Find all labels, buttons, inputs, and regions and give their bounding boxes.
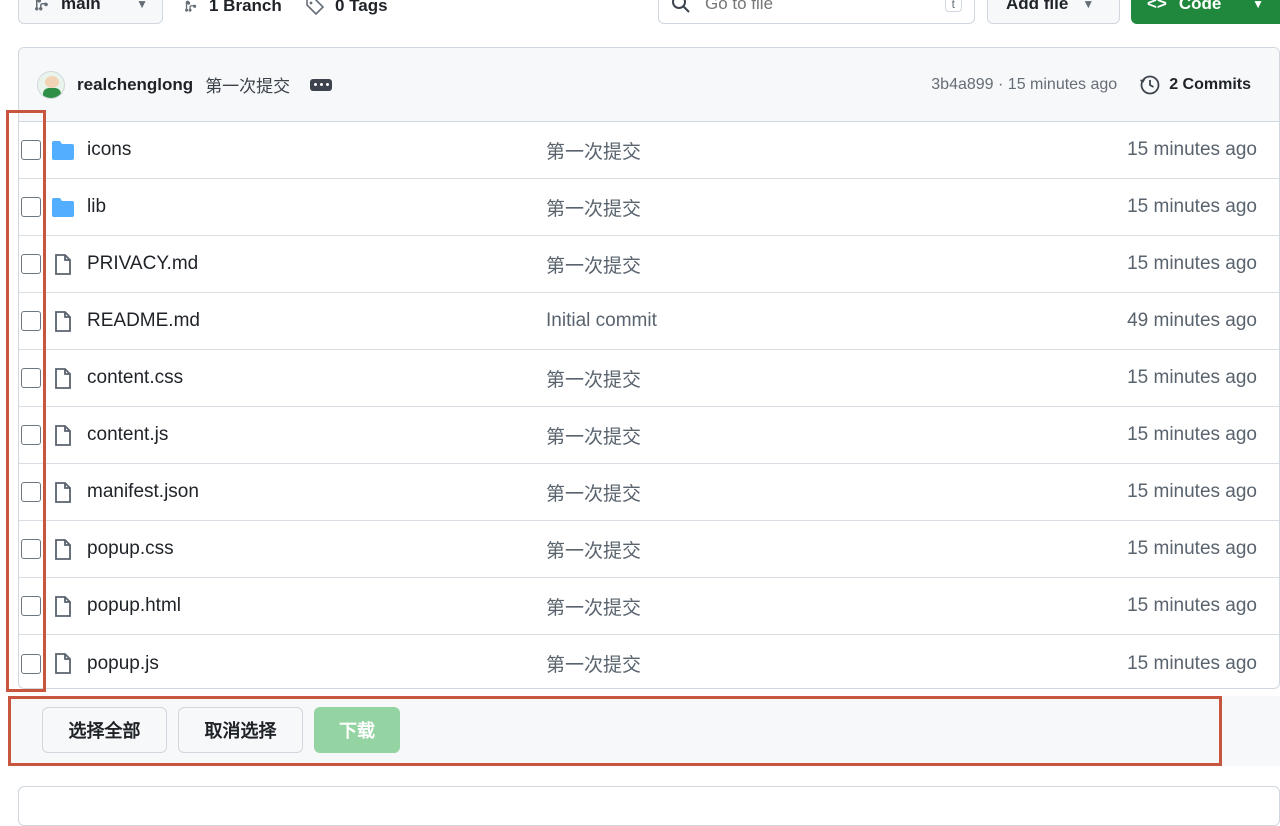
row-checkbox[interactable] <box>21 197 41 217</box>
add-file-label: Add file <box>1006 0 1069 13</box>
file-name[interactable]: lib <box>87 196 106 218</box>
commit-hash-time[interactable]: 3b4a899 · 15 minutes ago <box>931 76 1117 94</box>
table-row[interactable]: popup.js 第一次提交 15 minutes ago <box>19 635 1279 688</box>
caret-down-icon: ▼ <box>1252 0 1264 11</box>
file-commit-message[interactable]: 第一次提交 <box>546 365 641 392</box>
repo-toolbar: main ▼ 1 Branch 0 Tags t Add file ▼ <> C… <box>0 0 1280 24</box>
branch-select-button[interactable]: main ▼ <box>18 0 163 24</box>
table-row[interactable]: PRIVACY.md 第一次提交 15 minutes ago <box>19 236 1279 293</box>
file-list-box: realchenglong 第一次提交 3b4a899 · 15 minutes… <box>18 47 1280 689</box>
row-checkbox[interactable] <box>21 482 41 502</box>
file-name[interactable]: content.js <box>87 424 168 446</box>
row-checkbox[interactable] <box>21 311 41 331</box>
file-date: 15 minutes ago <box>1127 424 1257 445</box>
row-checkbox[interactable] <box>21 653 41 674</box>
code-icon: <> <box>1147 0 1167 13</box>
table-row[interactable]: icons 第一次提交 15 minutes ago <box>19 122 1279 179</box>
row-checkbox[interactable] <box>21 254 41 274</box>
caret-down-icon: ▼ <box>1082 0 1095 11</box>
readme-box <box>18 786 1280 826</box>
file-commit-message[interactable]: Initial commit <box>546 310 657 332</box>
file-date: 15 minutes ago <box>1127 538 1257 559</box>
code-label: Code <box>1178 0 1222 13</box>
folder-icon <box>52 141 74 160</box>
commit-author[interactable]: realchenglong <box>77 75 193 95</box>
file-rows: icons 第一次提交 15 minutes ago lib 第一次提交 15 … <box>19 122 1279 688</box>
table-row[interactable]: README.md Initial commit 49 minutes ago <box>19 293 1279 350</box>
more-dots-icon[interactable] <box>310 78 333 91</box>
row-checkbox[interactable] <box>21 596 41 616</box>
bulk-action-bar: 选择全部 取消选择 下载 <box>8 696 1280 766</box>
table-row[interactable]: popup.css 第一次提交 15 minutes ago <box>19 521 1279 578</box>
file-name[interactable]: icons <box>87 139 131 161</box>
latest-commit-header: realchenglong 第一次提交 3b4a899 · 15 minutes… <box>19 48 1279 122</box>
file-name[interactable]: README.md <box>87 310 200 332</box>
code-button[interactable]: <> Code ▼ <box>1131 0 1280 24</box>
file-name[interactable]: popup.js <box>87 653 159 675</box>
select-all-button[interactable]: 选择全部 <box>42 707 167 753</box>
file-name[interactable]: popup.html <box>87 595 181 617</box>
history-icon <box>1140 75 1160 94</box>
file-icon <box>55 254 71 275</box>
deselect-button[interactable]: 取消选择 <box>178 707 303 753</box>
file-name[interactable]: popup.css <box>87 538 174 560</box>
avatar[interactable] <box>37 70 65 99</box>
row-checkbox[interactable] <box>21 425 41 445</box>
file-commit-message[interactable]: 第一次提交 <box>546 137 641 164</box>
tags-link[interactable]: 0 Tags <box>305 0 388 16</box>
file-commit-message[interactable]: 第一次提交 <box>546 194 641 221</box>
file-name[interactable]: content.css <box>87 367 183 389</box>
file-icon <box>55 539 71 560</box>
file-date: 15 minutes ago <box>1127 253 1257 274</box>
file-name[interactable]: PRIVACY.md <box>87 253 198 275</box>
file-icon <box>55 425 71 446</box>
table-row[interactable]: content.js 第一次提交 15 minutes ago <box>19 407 1279 464</box>
download-button[interactable]: 下载 <box>314 707 400 753</box>
row-checkbox[interactable] <box>21 140 41 160</box>
tag-icon <box>306 0 325 16</box>
table-row[interactable]: lib 第一次提交 15 minutes ago <box>19 179 1279 236</box>
caret-down-icon: ▼ <box>136 0 148 11</box>
commits-history-link[interactable]: 2 Commits <box>1139 74 1251 96</box>
file-commit-message[interactable]: 第一次提交 <box>546 422 641 449</box>
row-checkbox[interactable] <box>21 539 41 559</box>
file-commit-message[interactable]: 第一次提交 <box>546 593 641 620</box>
tags-count: 0 Tags <box>335 0 388 15</box>
commit-message[interactable]: 第一次提交 <box>205 72 290 97</box>
file-icon <box>55 368 71 389</box>
branches-count: 1 Branch <box>209 0 282 15</box>
file-date: 15 minutes ago <box>1127 196 1257 217</box>
file-commit-message[interactable]: 第一次提交 <box>546 650 641 677</box>
branch-name: main <box>61 0 101 13</box>
file-icon <box>55 482 71 503</box>
file-icon <box>55 596 71 617</box>
go-to-file-search[interactable]: t <box>658 0 975 24</box>
file-date: 15 minutes ago <box>1127 367 1257 388</box>
table-row[interactable]: content.css 第一次提交 15 minutes ago <box>19 350 1279 407</box>
file-icon <box>55 311 71 332</box>
file-date: 49 minutes ago <box>1127 310 1257 331</box>
file-commit-message[interactable]: 第一次提交 <box>546 251 641 278</box>
table-row[interactable]: manifest.json 第一次提交 15 minutes ago <box>19 464 1279 521</box>
folder-icon <box>52 198 74 217</box>
action-bar-background <box>1222 696 1280 766</box>
file-name[interactable]: manifest.json <box>87 481 199 503</box>
commits-count: 2 Commits <box>1169 75 1251 93</box>
git-branch-icon <box>185 0 197 12</box>
file-commit-message[interactable]: 第一次提交 <box>546 536 641 563</box>
file-date: 15 minutes ago <box>1127 481 1257 502</box>
file-date: 15 minutes ago <box>1127 595 1257 616</box>
search-icon <box>672 0 690 13</box>
row-checkbox[interactable] <box>21 368 41 388</box>
file-icon <box>55 653 71 674</box>
search-input[interactable] <box>703 0 933 15</box>
git-branch-icon <box>35 0 48 11</box>
shortcut-key: t <box>944 0 962 12</box>
file-date: 15 minutes ago <box>1127 652 1257 674</box>
add-file-button[interactable]: Add file ▼ <box>987 0 1120 24</box>
branches-link[interactable]: 1 Branch <box>185 0 282 16</box>
file-commit-message[interactable]: 第一次提交 <box>546 479 641 506</box>
table-row[interactable]: popup.html 第一次提交 15 minutes ago <box>19 578 1279 635</box>
file-date: 15 minutes ago <box>1127 139 1257 160</box>
